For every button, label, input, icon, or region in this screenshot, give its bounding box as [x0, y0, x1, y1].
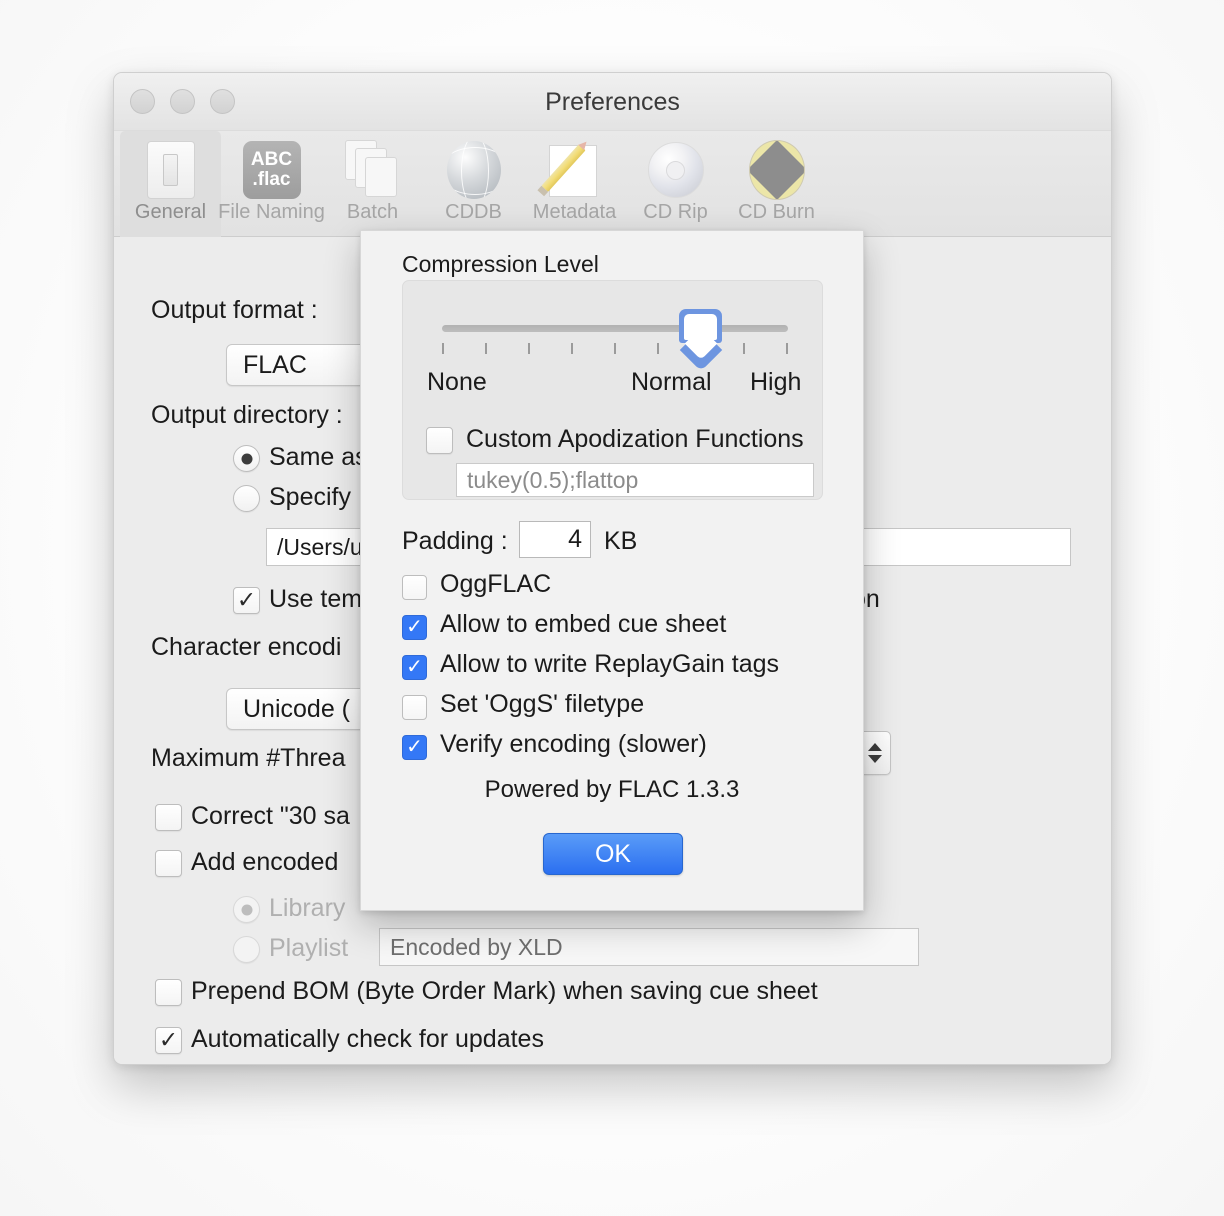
pencil-sheet-icon	[540, 137, 603, 203]
burn-disc-icon	[748, 137, 805, 203]
option-oggs-filetype-label: Set 'OggS' filetype	[440, 690, 645, 718]
library-label: Library	[269, 894, 346, 922]
padding-unit-label: KB	[604, 527, 638, 555]
radio-same-as-source[interactable]	[233, 445, 260, 472]
compression-level-group: None Normal High Custom Apodization Func…	[402, 280, 823, 500]
tab-general-label: General	[134, 201, 207, 223]
stacked-documents-icon	[344, 137, 401, 203]
compression-slider-thumb[interactable]	[679, 309, 722, 356]
comment-input[interactable]: Encoded by XLD	[379, 928, 919, 966]
option-verify-encoding-label: Verify encoding (slower)	[440, 730, 707, 758]
tab-file-naming-label: File Naming	[218, 201, 325, 223]
slider-tick	[657, 343, 659, 354]
option-replaygain-tags-label: Allow to write ReplayGain tags	[440, 650, 780, 678]
tab-cd-burn[interactable]: CD Burn	[726, 131, 827, 237]
slider-tick	[571, 343, 573, 354]
character-encoding-label: Character encodi	[151, 633, 342, 661]
checkbox-embed-cue-sheet[interactable]	[402, 615, 427, 640]
ok-button[interactable]: OK	[543, 833, 683, 875]
powered-by-label: Powered by FLAC 1.3.3	[484, 776, 740, 803]
compression-slider-track[interactable]	[442, 325, 788, 332]
slider-tick	[528, 343, 530, 354]
tab-cd-rip-label: CD Rip	[643, 201, 708, 223]
slider-tick	[743, 343, 745, 354]
compression-slider-ticks	[442, 343, 788, 355]
padding-label: Padding :	[402, 527, 508, 555]
light-switch-icon	[146, 137, 195, 203]
output-directory-label: Output directory :	[151, 401, 343, 429]
slider-tick	[485, 343, 487, 354]
radio-specify-label: Specify	[269, 483, 351, 511]
abc-flac-icon: ABC .flac	[242, 137, 301, 203]
abc-flac-icon-line2: .flac	[252, 169, 291, 190]
window-titlebar: Preferences	[114, 73, 1111, 131]
checkbox-oggs-filetype[interactable]	[402, 695, 427, 720]
correct-30-samples-label: Correct "30 sa	[191, 802, 350, 830]
tab-metadata[interactable]: Metadata	[524, 131, 625, 237]
radio-library[interactable]	[233, 896, 260, 923]
slider-label-none: None	[427, 368, 487, 396]
tab-cddb-label: CDDB	[445, 201, 502, 223]
checkbox-custom-apodization[interactable]	[426, 427, 453, 454]
apodization-functions-input[interactable]: tukey(0.5);flattop	[456, 463, 814, 497]
tab-file-naming[interactable]: ABC .flac File Naming	[218, 131, 325, 237]
slider-tick	[614, 343, 616, 354]
slider-tick	[442, 343, 444, 354]
flac-options-dialog: Compression Level None Normal High Custo…	[360, 230, 864, 911]
tab-cd-rip[interactable]: CD Rip	[625, 131, 726, 237]
use-temp-label: Use tem	[269, 585, 363, 613]
checkbox-oggflac[interactable]	[402, 575, 427, 600]
padding-input[interactable]: 4	[519, 521, 591, 558]
option-oggflac-label: OggFLAC	[440, 570, 552, 598]
max-threads-label: Maximum #Threa	[151, 744, 346, 772]
tab-batch[interactable]: Batch	[322, 131, 423, 237]
page-title: Preferences	[545, 88, 680, 116]
radio-specify-directory[interactable]	[233, 485, 260, 512]
compression-level-title: Compression Level	[402, 251, 599, 277]
playlist-label: Playlist	[269, 934, 349, 962]
checkbox-use-temp[interactable]	[233, 587, 260, 614]
tab-general[interactable]: General	[120, 131, 221, 237]
slider-label-high: High	[750, 368, 802, 396]
checkbox-verify-encoding[interactable]	[402, 735, 427, 760]
tab-cd-burn-label: CD Burn	[738, 201, 815, 223]
slider-label-normal: Normal	[631, 368, 712, 396]
abc-flac-icon-line1: ABC	[250, 149, 293, 170]
checkbox-replaygain-tags[interactable]	[402, 655, 427, 680]
checkbox-correct-30-samples[interactable]	[155, 804, 182, 831]
screen: Preferences General ABC .flac File Namin…	[0, 0, 1224, 1216]
tab-cddb[interactable]: CDDB	[423, 131, 524, 237]
checkbox-auto-update[interactable]	[155, 1027, 182, 1054]
preferences-toolbar: General ABC .flac File Naming Batch CDDB…	[114, 131, 1111, 237]
compact-disc-icon	[647, 137, 704, 203]
checkbox-add-encoded-files[interactable]	[155, 850, 182, 877]
option-embed-cue-sheet-label: Allow to embed cue sheet	[440, 610, 727, 638]
tab-batch-label: Batch	[346, 201, 399, 223]
tab-metadata-label: Metadata	[532, 201, 617, 223]
auto-update-label: Automatically check for updates	[191, 1025, 544, 1053]
add-encoded-label: Add encoded	[191, 848, 339, 876]
output-format-label: Output format :	[151, 296, 318, 324]
checkbox-prepend-bom[interactable]	[155, 979, 182, 1006]
radio-same-as-label: Same as	[269, 443, 368, 471]
radio-playlist[interactable]	[233, 936, 260, 963]
custom-apodization-label: Custom Apodization Functions	[466, 425, 804, 453]
prepend-bom-label: Prepend BOM (Byte Order Mark) when savin…	[191, 977, 818, 1005]
globe-icon	[446, 137, 501, 203]
slider-tick	[786, 343, 788, 354]
